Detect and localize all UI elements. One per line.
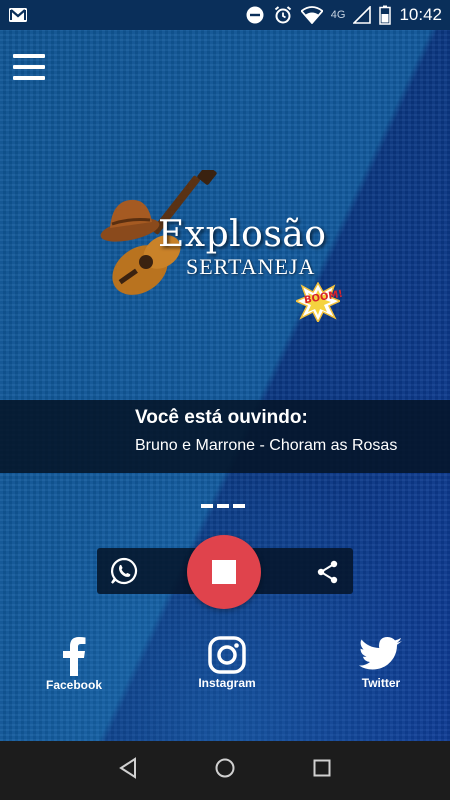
logo-subtitle: SERTANEJA [186,254,316,279]
battery-icon [379,5,392,25]
clock: 10:42 [399,5,442,24]
navigation-bar [0,741,450,800]
recents-icon[interactable] [312,758,332,783]
app-background: Explosão SERTANEJA BOOM! [0,30,450,741]
social-label-facebook: Facebook [45,678,102,692]
instagram-icon [208,636,246,674]
status-left [8,7,28,23]
logo-title: Explosão [158,214,327,255]
social-link-twitter[interactable]: Twitter [349,636,413,690]
now-playing-track: Bruno e Marrone - Choram as Rosas [135,437,398,454]
now-playing-bar: Você está ouvindo: Bruno e Marrone - Cho… [0,400,450,473]
whatsapp-icon[interactable] [110,557,138,590]
twitter-icon [359,637,402,670]
status-right: 4G 10:42 [245,5,442,25]
status-bar: 4G 10:42 [0,0,450,30]
station-logo: Explosão SERTANEJA BOOM! [100,170,350,330]
stop-icon [212,560,236,584]
cell-signal-icon [353,6,372,24]
back-icon[interactable] [118,757,138,784]
loading-indicator [201,504,245,508]
gmail-icon [8,7,28,23]
social-label-instagram: Instagram [198,676,256,690]
alarm-icon [273,5,293,25]
now-playing-label: Você está ouvindo: [135,407,308,428]
social-link-facebook[interactable]: Facebook [40,636,108,692]
home-icon[interactable] [214,757,236,784]
stop-button[interactable] [187,535,261,609]
network-type: 4G [330,9,346,21]
hamburger-menu-icon[interactable] [13,54,45,80]
share-icon[interactable] [316,560,340,589]
wifi-icon [300,6,323,24]
social-label-twitter: Twitter [361,676,401,690]
social-link-instagram[interactable]: Instagram [193,636,261,690]
do-not-disturb-icon [245,5,265,25]
boom-badge: BOOM! [294,281,344,327]
facebook-icon [63,637,86,676]
